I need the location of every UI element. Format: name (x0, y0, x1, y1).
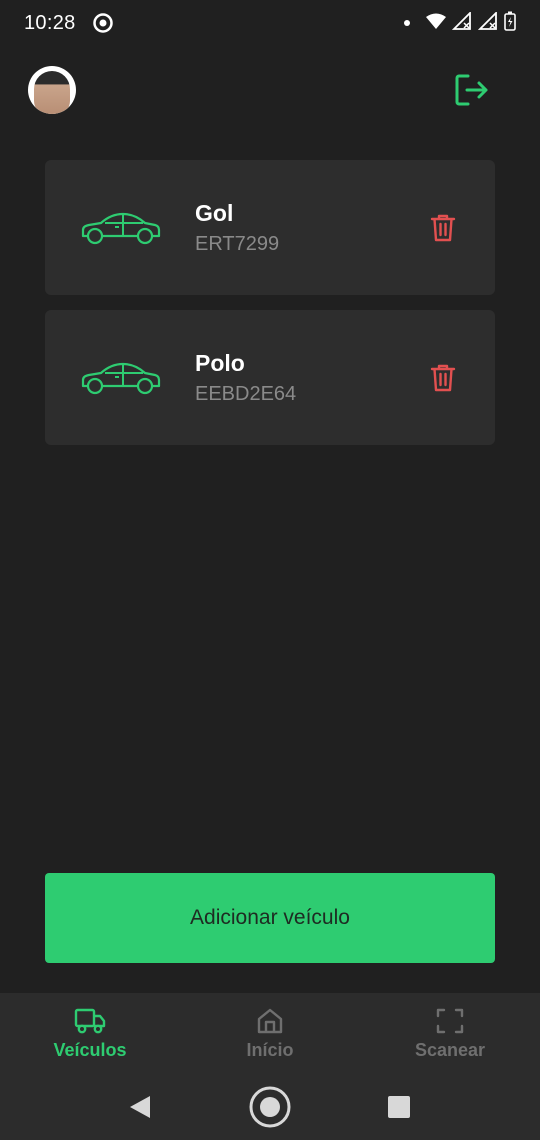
home-icon (254, 1006, 286, 1036)
scan-icon (434, 1006, 466, 1036)
delete-vehicle-button[interactable] (427, 210, 459, 246)
car-icon (81, 212, 161, 245)
notification-dot-icon (404, 20, 410, 26)
status-bar: 10:28 (0, 0, 540, 46)
system-back-button[interactable] (110, 1082, 170, 1132)
logout-button[interactable] (452, 70, 492, 110)
vehicle-card[interactable]: Polo EEBD2E64 (45, 310, 495, 445)
app-header (0, 62, 540, 116)
delete-vehicle-button[interactable] (427, 360, 459, 396)
vehicle-name: Polo (195, 350, 245, 376)
user-avatar[interactable] (28, 66, 76, 114)
vehicle-name: Gol (195, 200, 234, 226)
vehicle-plate: ERT7299 (195, 233, 280, 255)
status-icons (404, 10, 516, 36)
vehicle-card[interactable]: Gol ERT7299 (45, 160, 495, 295)
status-time: 10:28 (24, 11, 76, 34)
notification-app-icon (92, 12, 114, 34)
system-nav-bar (0, 1073, 540, 1140)
add-vehicle-button[interactable]: Adicionar veículo (45, 873, 495, 963)
battery-icon (504, 11, 516, 36)
back-triangle-icon (130, 1095, 150, 1118)
app-screen: 10:28 Gol ERT7299 Polo EEBD2E64 Adiciona… (0, 0, 540, 1140)
avatar-photo (34, 71, 70, 114)
trash-icon (430, 214, 456, 242)
car-icon (81, 362, 161, 395)
recents-square-icon (388, 1095, 410, 1118)
nav-item-scan[interactable]: Scanear (360, 993, 540, 1073)
wifi-icon (426, 13, 446, 34)
nav-label-scan: Scanear (414, 1039, 486, 1060)
truck-icon (74, 1006, 106, 1036)
logout-icon (455, 74, 488, 106)
nav-item-home[interactable]: Início (180, 993, 360, 1073)
home-circle-icon (249, 1086, 291, 1127)
nav-label-home: Início (246, 1039, 294, 1060)
bottom-nav: Veículos Início Scanear (0, 993, 540, 1073)
trash-icon (430, 364, 456, 392)
nav-item-vehicles[interactable]: Veículos (0, 993, 180, 1073)
signal-icon (451, 10, 472, 35)
vehicle-list: Gol ERT7299 Polo EEBD2E64 (45, 160, 495, 460)
vehicle-plate: EEBD2E64 (195, 383, 297, 405)
add-vehicle-label: Adicionar veículo (190, 906, 350, 929)
system-home-button[interactable] (240, 1082, 300, 1132)
signal-icon-2 (477, 10, 498, 35)
system-recents-button[interactable] (369, 1082, 429, 1132)
nav-label-vehicles: Veículos (53, 1039, 127, 1060)
